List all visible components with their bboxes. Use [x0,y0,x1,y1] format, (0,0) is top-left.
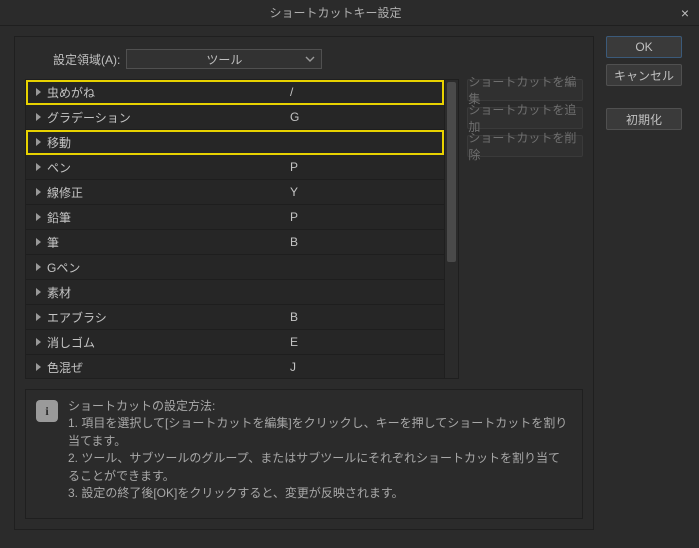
list-row-shortcut: Y [286,185,444,199]
edit-shortcut-button[interactable]: ショートカットを編集 [467,79,583,101]
list-row[interactable]: 移動 [26,130,444,155]
list-row-shortcut: B [286,310,444,324]
list-row[interactable]: 素材 [26,280,444,305]
area-select[interactable]: ツール [126,49,322,69]
help-text: ショートカットの設定方法: 1. 項目を選択して[ショートカットを編集]をクリッ… [68,398,572,510]
list-row-label: 線修正 [47,184,83,201]
list-row[interactable]: 筆B [26,230,444,255]
expand-icon [36,113,41,121]
list-row[interactable]: 色混ぜ J [26,355,444,379]
expand-icon [36,138,41,146]
main-panel: 設定領域(A): ツール 虫めがね/グラデーションG移動ペンP線修正Y鉛筆P筆B… [14,36,594,530]
expand-icon [36,313,41,321]
list-row[interactable]: 鉛筆 P [26,205,444,230]
list-row-label: 移動 [47,134,71,151]
expand-icon [36,238,41,246]
list-row-label: 筆 [47,234,59,251]
add-shortcut-button[interactable]: ショートカットを追加 [467,107,583,129]
expand-icon [36,188,41,196]
list-row-label: Gペン [47,259,80,276]
expand-icon [36,338,41,346]
list-row-label: 虫めがね [47,84,95,101]
expand-icon [36,213,41,221]
expand-icon [36,363,41,371]
list-row[interactable]: 虫めがね / [26,80,444,105]
scrollbar-thumb[interactable] [447,82,456,262]
list-row[interactable]: グラデーション G [26,105,444,130]
chevron-down-icon [305,54,315,64]
expand-icon [36,163,41,171]
list-row-shortcut: P [286,210,444,224]
info-icon: i [36,400,58,422]
list-row-label: グラデーション [47,109,131,126]
list-row-label: ペン [47,159,71,176]
expand-icon [36,288,41,296]
list-row-label: 素材 [47,284,71,301]
list-row[interactable]: Gペン [26,255,444,280]
list-row-label: 色混ぜ [47,359,83,376]
list-row-label: 鉛筆 [47,209,71,226]
list-row-shortcut: E [286,335,444,349]
list-row-shortcut: J [286,360,444,374]
list-row[interactable]: 線修正 Y [26,180,444,205]
shortcut-list: 虫めがね/グラデーションG移動ペンP線修正Y鉛筆P筆BGペン素材エアブラシB消し… [25,79,459,379]
delete-shortcut-button[interactable]: ショートカットを削除 [467,135,583,157]
list-row-shortcut: P [286,160,444,174]
list-row[interactable]: エアブラシ B [26,305,444,330]
scrollbar[interactable] [444,80,458,378]
close-icon[interactable]: × [671,0,699,26]
area-select-value: ツール [206,51,242,68]
area-label: 設定領域(A): [53,51,120,68]
expand-icon [36,263,41,271]
expand-icon [36,88,41,96]
list-row[interactable]: ペン P [26,155,444,180]
cancel-button[interactable]: キャンセル [606,64,682,86]
list-row-shortcut: G [286,110,444,124]
window-title: ショートカットキー設定 [0,4,671,21]
ok-button[interactable]: OK [606,36,682,58]
list-row-shortcut: / [286,85,444,99]
help-panel: i ショートカットの設定方法: 1. 項目を選択して[ショートカットを編集]をク… [25,389,583,519]
list-row-shortcut: B [286,235,444,249]
list-row[interactable]: 消しゴム E [26,330,444,355]
titlebar: ショートカットキー設定 × [0,0,699,26]
list-row-label: エアブラシ [47,309,107,326]
list-row-label: 消しゴム [47,334,95,351]
reset-button[interactable]: 初期化 [606,108,682,130]
